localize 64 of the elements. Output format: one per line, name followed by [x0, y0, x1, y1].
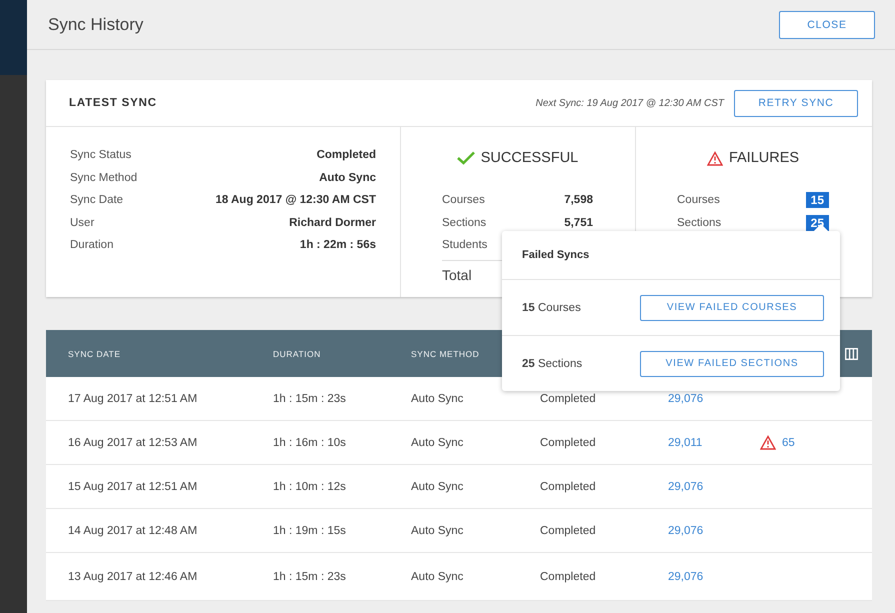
failed-count-text: 25 Sections — [522, 358, 582, 370]
warning-icon — [760, 435, 776, 450]
table-cell-text: 1h : 16m : 10s — [273, 436, 347, 448]
table-cell-text: 15 Aug 2017 at 12:51 AM — [68, 480, 198, 492]
table-cell-text: Auto Sync — [411, 392, 464, 404]
warning-icon — [706, 150, 723, 166]
count-link[interactable]: 29,076 — [668, 524, 760, 536]
detail-label: Sync Date — [70, 194, 124, 208]
panel-title: SUCCESSFUL — [480, 150, 578, 166]
columns-icon[interactable] — [845, 348, 858, 360]
total-label: Total — [442, 266, 472, 282]
check-icon — [456, 151, 475, 165]
stat-label: Sections — [677, 216, 722, 229]
detail-label: Duration — [70, 239, 114, 253]
table-cell-text: 17 Aug 2017 at 12:51 AM — [68, 392, 198, 404]
view-failed-button[interactable]: VIEW FAILED SECTIONS — [640, 350, 824, 376]
section-title: LATEST SYNC — [69, 97, 158, 109]
detail-value: Auto Sync — [319, 172, 376, 186]
table-cell-text: 1h : 19m : 15s — [273, 524, 347, 536]
stat-label: Courses — [442, 194, 485, 206]
table-cell-text: 16 Aug 2017 at 12:53 AM — [68, 436, 198, 448]
detail-value: Richard Dormer — [289, 216, 376, 230]
column-header[interactable]: SYNC DATE — [68, 348, 273, 358]
table-cell-text: Completed — [540, 570, 597, 582]
detail-label: Sync Method — [70, 172, 138, 186]
detail-label: User — [70, 216, 94, 230]
count-link[interactable]: 29,076 — [668, 480, 760, 492]
next-sync-text: Next Sync: 19 Aug 2017 @ 12:30 AM CST — [536, 98, 724, 108]
count-link[interactable]: 29,076 — [668, 570, 760, 582]
popover-title: Failed Syncs — [522, 249, 590, 261]
table-cell-text: 1h : 15m : 23s — [273, 570, 347, 582]
count-link[interactable]: 29,011 — [668, 436, 760, 448]
table-cell-text: Auto Sync — [411, 524, 464, 536]
column-header[interactable]: DURATION — [273, 348, 411, 358]
table-cell-text: Auto Sync — [411, 570, 464, 582]
retry-sync-button[interactable]: RETRY SYNC — [734, 90, 858, 116]
detail-label: Sync Status — [70, 149, 132, 163]
stat-label: Sections — [442, 216, 486, 229]
failure-count-badge[interactable]: 15 — [806, 192, 829, 208]
failure-count-link[interactable]: 65 — [782, 436, 795, 448]
table-cell-text: Auto Sync — [411, 436, 464, 448]
stat-label: Students — [442, 239, 488, 252]
table-cell-text: 1h : 15m : 23s — [273, 392, 347, 404]
stat-value: 7,598 — [564, 194, 593, 206]
detail-value: 1h : 22m : 56s — [300, 239, 376, 253]
table-cell-text: Auto Sync — [411, 480, 464, 492]
table-cell-text: 13 Aug 2017 at 12:46 AM — [68, 570, 198, 582]
table-cell-text: 1h : 10m : 12s — [273, 480, 347, 492]
panel-title: FAILURES — [728, 150, 800, 166]
count-link[interactable]: 29,076 — [668, 392, 760, 404]
close-button[interactable]: CLOSE — [779, 10, 875, 38]
failed-count-text: 15 Courses — [522, 302, 581, 314]
table-cell-text: 14 Aug 2017 at 12:48 AM — [68, 524, 198, 536]
table-cell-text: Completed — [540, 480, 597, 492]
detail-value: Completed — [316, 149, 376, 163]
detail-value: 18 Aug 2017 @ 12:30 AM CST — [215, 194, 376, 208]
table-cell-text: Completed — [540, 436, 597, 448]
stat-label: Courses — [677, 194, 720, 206]
window-title: Sync History — [48, 14, 144, 34]
table-cell-text: Completed — [540, 524, 597, 536]
view-failed-button[interactable]: VIEW FAILED COURSES — [640, 294, 824, 320]
table-cell-text: Completed — [540, 392, 597, 404]
stat-value: 5,751 — [564, 216, 593, 229]
column-header[interactable]: SYNC METHOD — [411, 348, 480, 358]
